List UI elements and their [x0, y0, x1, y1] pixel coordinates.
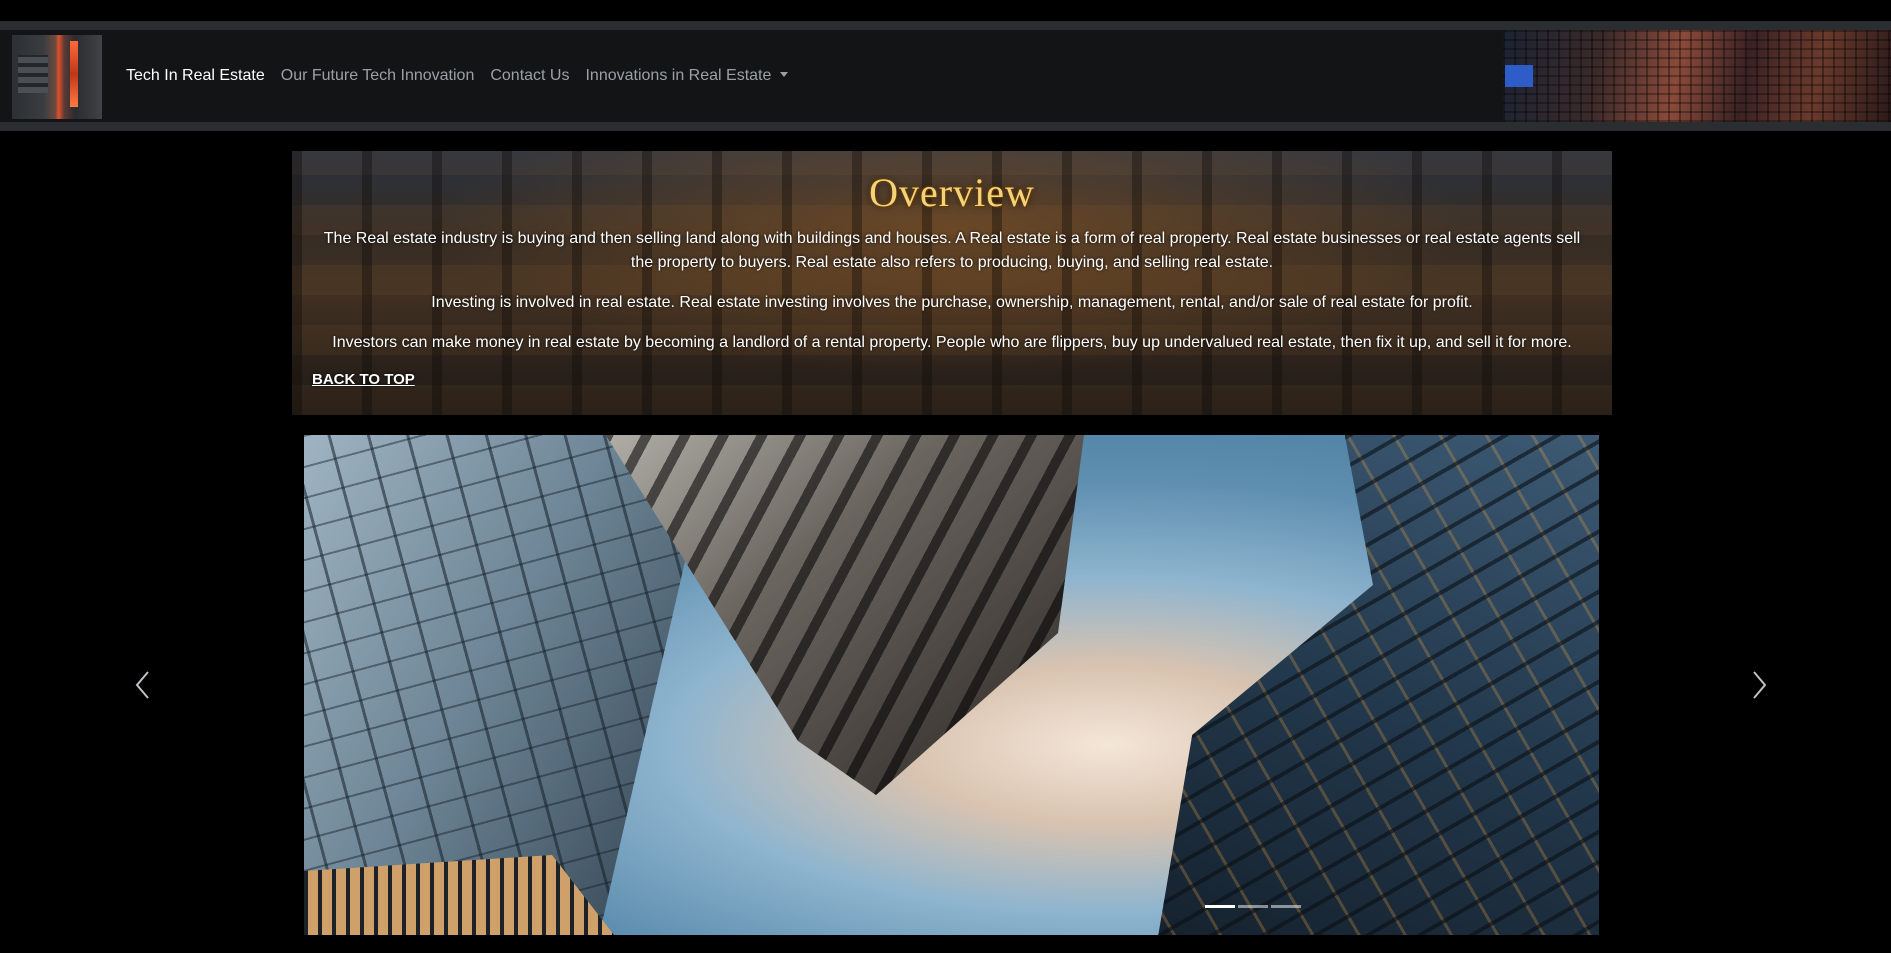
overview-title: Overview	[869, 170, 1035, 215]
nav-dropdown-label: Innovations in Real Estate	[585, 67, 772, 84]
carousel-next-button[interactable]	[1742, 668, 1776, 702]
navbar: Tech In Real Estate Our Future Tech Inno…	[0, 30, 1891, 122]
glass-tower-right-graphic	[1158, 435, 1599, 935]
brand-logo[interactable]	[12, 35, 102, 119]
carousel-indicator-2[interactable]	[1238, 905, 1268, 908]
chevron-right-icon	[1753, 671, 1767, 699]
overview-section: Overview The Real estate industry is buy…	[292, 151, 1612, 415]
chevron-left-icon	[135, 671, 149, 699]
nav-dropdown-innovations[interactable]: Innovations in Real Estate	[585, 67, 789, 85]
blue-sign-graphic	[1505, 65, 1533, 87]
carousel-indicator-1[interactable]	[1205, 905, 1235, 908]
overview-paragraph-2: Investing is involved in real estate. Re…	[431, 294, 1473, 311]
navbar-frame: Tech In Real Estate Our Future Tech Inno…	[0, 21, 1891, 131]
carousel-prev-button[interactable]	[126, 668, 160, 702]
overview-paragraph-1: The Real estate industry is buying and t…	[323, 230, 1581, 271]
image-carousel	[0, 435, 1891, 953]
carousel-indicator-3[interactable]	[1271, 905, 1301, 908]
caret-down-icon	[780, 72, 789, 77]
carousel-indicators	[1205, 905, 1301, 908]
logo-window-graphic	[18, 55, 48, 93]
overview-content: Overview The Real estate industry is buy…	[292, 151, 1612, 415]
overview-paragraph-3: Investors can make money in real estate …	[332, 334, 1572, 351]
logo-neon-sign-graphic	[70, 41, 78, 107]
navbar-city-image	[1503, 30, 1891, 122]
nav-link-tech-in-real-estate[interactable]: Tech In Real Estate	[126, 67, 265, 85]
nav-links: Tech In Real Estate Our Future Tech Inno…	[126, 30, 789, 122]
nav-link-future-tech-innovation[interactable]: Our Future Tech Innovation	[281, 67, 475, 85]
back-to-top-link[interactable]: BACK TO TOP	[312, 371, 415, 388]
nav-link-contact-us[interactable]: Contact Us	[490, 67, 569, 85]
building-windows-graphic	[1503, 30, 1891, 122]
carousel-slide-skyscrapers	[304, 435, 1599, 935]
